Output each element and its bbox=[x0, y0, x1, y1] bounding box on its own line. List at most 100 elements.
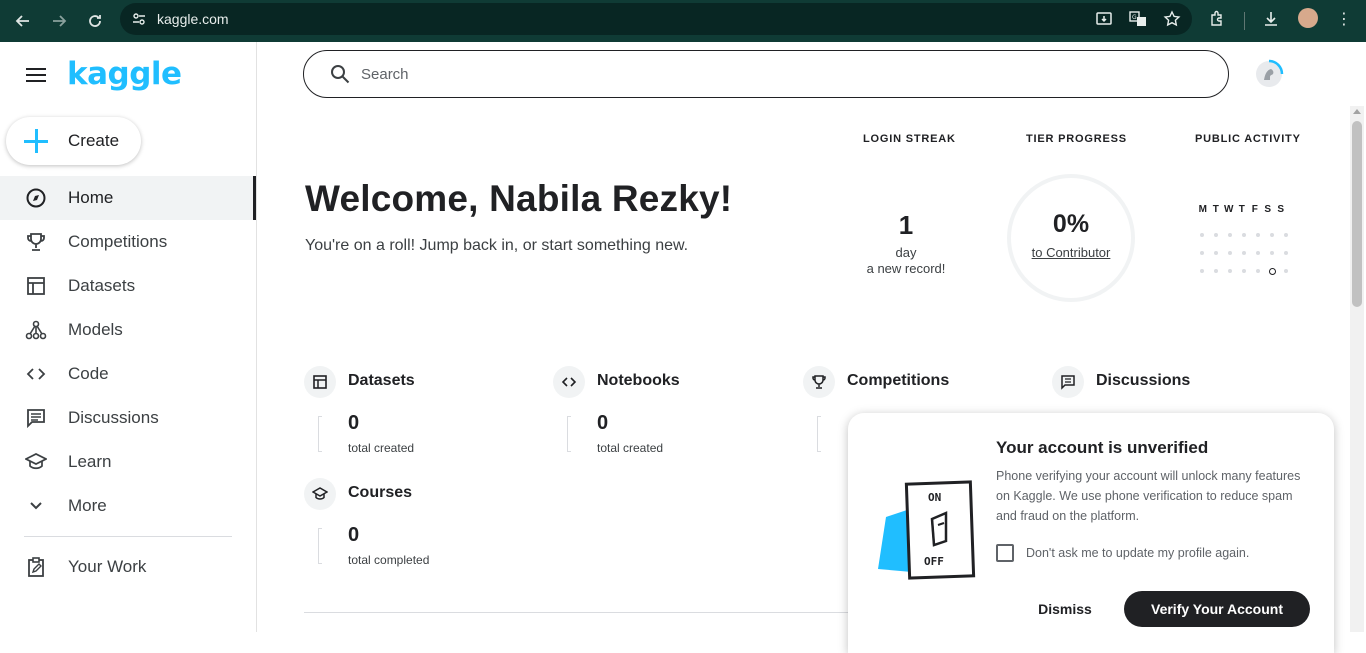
section-title: Notebooks bbox=[597, 372, 680, 389]
sidebar-item-more[interactable]: More bbox=[0, 484, 256, 528]
activity-dot bbox=[1256, 251, 1260, 255]
streak-value: 1 bbox=[898, 210, 914, 240]
url-text: kaggle.com bbox=[157, 11, 229, 27]
browser-menu-icon[interactable]: ⋮ bbox=[1336, 9, 1352, 29]
code-icon bbox=[553, 366, 585, 398]
dont-ask-checkbox[interactable] bbox=[996, 544, 1014, 562]
clipboard-edit-icon bbox=[24, 555, 48, 579]
code-icon bbox=[24, 362, 48, 386]
sidebar-divider bbox=[24, 536, 232, 537]
extensions-icon[interactable] bbox=[1207, 9, 1227, 29]
dont-ask-label: Don't ask me to update my profile again. bbox=[1026, 546, 1250, 560]
search-placeholder: Search bbox=[361, 65, 409, 83]
activity-dot bbox=[1284, 269, 1288, 273]
create-label: Create bbox=[68, 131, 120, 150]
page-title: Welcome, Nabila Rezky! bbox=[305, 178, 733, 219]
scrollbar-thumb[interactable] bbox=[1352, 121, 1362, 307]
sidebar-item-learn[interactable]: Learn bbox=[0, 440, 256, 484]
sidebar: kaggle Create Home Competitions Datasets bbox=[0, 42, 257, 632]
tier-target-link[interactable]: to Contributor bbox=[1007, 245, 1135, 260]
dismiss-button[interactable]: Dismiss bbox=[1018, 591, 1112, 627]
activity-dot bbox=[1256, 269, 1260, 273]
sidebar-item-label: More bbox=[68, 496, 107, 515]
translate-icon[interactable]: G bbox=[1128, 9, 1148, 29]
verify-account-button[interactable]: Verify Your Account bbox=[1124, 591, 1310, 627]
sidebar-nav: Home Competitions Datasets Models Code D… bbox=[0, 176, 256, 528]
streak-note: a new record! bbox=[866, 261, 946, 276]
sidebar-item-home[interactable]: Home bbox=[0, 176, 256, 220]
reload-icon[interactable] bbox=[83, 9, 107, 33]
learn-icon bbox=[304, 478, 336, 510]
section-bracket bbox=[318, 528, 322, 564]
section-title: Competitions bbox=[847, 372, 950, 389]
address-bar[interactable]: kaggle.com G bbox=[120, 3, 1192, 35]
dialog-body: Phone verifying your account will unlock… bbox=[996, 469, 1301, 523]
sidebar-item-label: Your Work bbox=[68, 557, 147, 576]
search-input[interactable]: Search bbox=[303, 50, 1229, 98]
datasets-section[interactable]: Datasets 0 total created bbox=[304, 366, 524, 466]
section-title: Datasets bbox=[348, 372, 415, 389]
weekday-label: S bbox=[1277, 204, 1285, 215]
courses-section[interactable]: Courses 0 total completed bbox=[304, 478, 524, 578]
hamburger-menu-icon[interactable] bbox=[26, 68, 46, 82]
browser-profile-avatar[interactable] bbox=[1298, 8, 1318, 28]
activity-dot bbox=[1200, 269, 1204, 273]
site-settings-icon[interactable] bbox=[130, 10, 148, 28]
activity-grid bbox=[1200, 226, 1288, 280]
create-button[interactable]: Create bbox=[6, 117, 141, 165]
search-icon bbox=[330, 64, 350, 84]
section-bracket bbox=[318, 416, 322, 452]
back-icon[interactable] bbox=[11, 9, 35, 33]
sidebar-item-models[interactable]: Models bbox=[0, 308, 256, 352]
chevron-down-icon bbox=[24, 494, 48, 518]
weekday-label: T bbox=[1212, 204, 1220, 215]
trophy-icon bbox=[24, 230, 48, 254]
activity-dot bbox=[1200, 251, 1204, 255]
section-title: Courses bbox=[348, 484, 413, 501]
activity-dot bbox=[1214, 251, 1218, 255]
models-icon bbox=[24, 318, 48, 342]
scroll-up-arrow-icon[interactable] bbox=[1353, 109, 1361, 114]
sidebar-item-competitions[interactable]: Competitions bbox=[0, 220, 256, 264]
forward-icon[interactable] bbox=[47, 9, 71, 33]
sidebar-item-datasets[interactable]: Datasets bbox=[0, 264, 256, 308]
activity-dot bbox=[1284, 233, 1288, 237]
activity-dot bbox=[1242, 251, 1246, 255]
switch-illustration: ON OFF bbox=[876, 479, 976, 589]
download-icon[interactable] bbox=[1261, 9, 1281, 29]
kaggle-logo[interactable]: kaggle bbox=[67, 56, 182, 92]
page-scrollbar[interactable] bbox=[1350, 106, 1364, 632]
table-icon bbox=[304, 366, 336, 398]
unverified-account-dialog: ON OFF Your account is unverified Phone … bbox=[848, 413, 1334, 653]
section-value: 0 bbox=[348, 412, 360, 434]
tier-progress-value: 0% bbox=[1052, 210, 1090, 238]
notebooks-section[interactable]: Notebooks 0 total created bbox=[553, 366, 773, 466]
discussions-section[interactable]: Discussions bbox=[1052, 366, 1252, 406]
sidebar-item-code[interactable]: Code bbox=[0, 352, 256, 396]
activity-dot bbox=[1242, 233, 1246, 237]
section-title: Discussions bbox=[1096, 372, 1191, 389]
install-app-icon[interactable] bbox=[1094, 9, 1114, 29]
user-avatar[interactable] bbox=[1253, 58, 1285, 90]
welcome-subtitle: You're on a roll! Jump back in, or start… bbox=[305, 237, 689, 254]
illus-off-text: OFF bbox=[924, 555, 944, 568]
discussions-icon bbox=[24, 406, 48, 430]
sidebar-item-label: Home bbox=[68, 188, 114, 207]
trophy-icon bbox=[803, 366, 835, 398]
sidebar-item-discussions[interactable]: Discussions bbox=[0, 396, 256, 440]
activity-dot bbox=[1228, 269, 1232, 273]
streak-unit: day bbox=[895, 245, 917, 260]
discussions-icon bbox=[1052, 366, 1084, 398]
bookmark-star-icon[interactable] bbox=[1162, 9, 1182, 29]
activity-dot bbox=[1242, 269, 1246, 273]
section-caption: total created bbox=[348, 441, 415, 455]
sidebar-item-your-work[interactable]: Your Work bbox=[0, 545, 256, 589]
sidebar-item-label: Code bbox=[68, 364, 109, 383]
illus-on-text: ON bbox=[928, 491, 941, 504]
section-bracket bbox=[567, 416, 571, 452]
public-activity-label: PUBLIC ACTIVITY bbox=[1195, 133, 1301, 145]
sidebar-item-label: Discussions bbox=[68, 408, 159, 427]
svg-text:G: G bbox=[1132, 14, 1137, 21]
sidebar-item-label: Datasets bbox=[68, 276, 136, 295]
dont-ask-checkbox-row[interactable]: Don't ask me to update my profile again. bbox=[996, 544, 1249, 562]
